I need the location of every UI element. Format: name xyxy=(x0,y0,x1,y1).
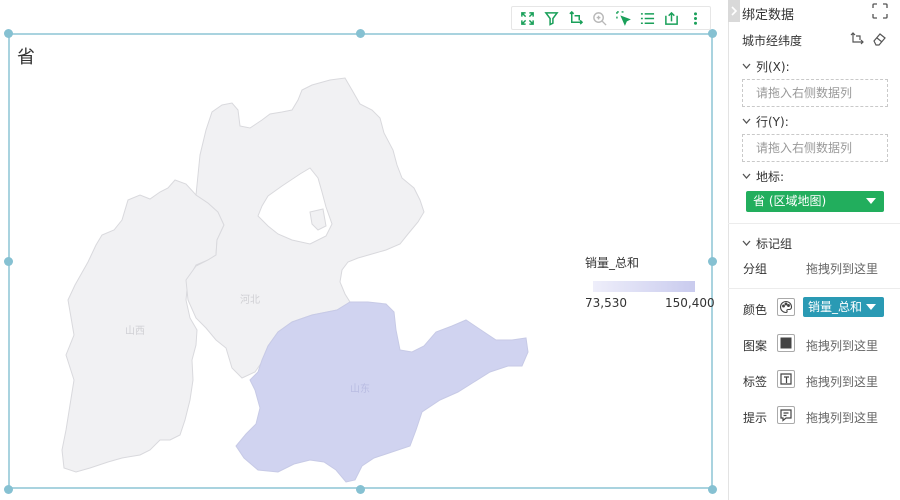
resize-handle-bc[interactable] xyxy=(356,485,365,494)
export-icon[interactable] xyxy=(660,8,682,28)
row-dropzone[interactable]: 请拖入右侧数据列 xyxy=(742,134,888,162)
resize-handle-tc[interactable] xyxy=(356,29,365,38)
chevron-right-icon xyxy=(731,6,738,16)
select-icon[interactable] xyxy=(612,8,634,28)
expand-icon[interactable] xyxy=(516,8,538,28)
caret-down-icon xyxy=(866,198,876,204)
resize-handle-ml[interactable] xyxy=(4,257,13,266)
column-dropzone[interactable]: 请拖入右侧数据列 xyxy=(742,79,888,107)
zoom-icon[interactable] xyxy=(588,8,610,28)
geo-label: 地标: xyxy=(756,170,785,184)
pattern-icon[interactable] xyxy=(777,334,795,352)
chevron-down-icon xyxy=(742,240,751,246)
map-editor: 山西 河北 山东 省 销量_总和 73,530 150,400 绑定数据 城市经… xyxy=(0,0,900,500)
color-label: 颜色 xyxy=(743,303,768,317)
tooltip-label: 提示 xyxy=(743,411,768,425)
resize-handle-tl[interactable] xyxy=(4,29,13,38)
group-dropzone[interactable]: 拖拽列到这里 xyxy=(806,260,878,277)
chart-title: 省 xyxy=(17,47,35,68)
palette-icon[interactable] xyxy=(777,298,795,316)
swap-axes-icon[interactable] xyxy=(564,8,586,28)
list-icon[interactable] xyxy=(636,8,658,28)
group-label: 分组 xyxy=(743,262,768,276)
filter-icon[interactable] xyxy=(540,8,562,28)
legend-min: 73,530 xyxy=(585,296,627,310)
label-text-icon[interactable] xyxy=(777,370,795,388)
tag-label: 标签 xyxy=(743,375,768,389)
color-legend: 销量_总和 73,530 150,400 xyxy=(585,254,715,310)
resize-handle-tr[interactable] xyxy=(708,29,717,38)
panel-title: 绑定数据 xyxy=(742,8,795,23)
legend-max: 150,400 xyxy=(665,296,715,310)
caret-down-icon xyxy=(866,304,876,310)
more-icon[interactable] xyxy=(684,8,706,28)
tooltip-icon[interactable] xyxy=(777,406,795,424)
mark-group-section[interactable]: 标记组 xyxy=(742,235,792,252)
color-field-value: 销量_总和 xyxy=(808,300,863,314)
legend-title: 销量_总和 xyxy=(585,256,640,270)
resize-handle-br[interactable] xyxy=(708,485,717,494)
fullscreen-icon[interactable] xyxy=(871,2,889,20)
column-label: 列(X): xyxy=(756,60,790,74)
pattern-label: 图案 xyxy=(743,339,768,353)
tooltip-dropzone[interactable]: 拖拽列到这里 xyxy=(806,409,878,426)
swap-coord-icon[interactable] xyxy=(850,32,864,46)
coord-label: 城市经纬度 xyxy=(742,34,803,48)
geo-field-pill[interactable]: 省 (区域地图) xyxy=(746,191,884,212)
chart-canvas: 山西 河北 山东 省 销量_总和 73,530 150,400 xyxy=(0,0,728,500)
section-divider xyxy=(728,288,900,289)
row-label: 行(Y): xyxy=(756,115,789,129)
chevron-down-icon xyxy=(742,63,751,69)
column-section[interactable]: 列(X): xyxy=(742,58,790,75)
section-divider xyxy=(728,223,900,224)
chevron-down-icon xyxy=(742,173,751,179)
collapse-panel-button[interactable] xyxy=(728,0,740,22)
mark-group-label: 标记组 xyxy=(756,237,793,251)
resize-handle-bl[interactable] xyxy=(4,485,13,494)
row-section[interactable]: 行(Y): xyxy=(742,113,789,130)
geo-field-value: 省 (区域地图) xyxy=(753,194,827,208)
geo-section[interactable]: 地标: xyxy=(742,168,784,185)
pattern-dropzone[interactable]: 拖拽列到这里 xyxy=(806,337,878,354)
color-field-pill[interactable]: 销量_总和 xyxy=(803,297,884,317)
chart-toolbar xyxy=(511,6,711,30)
eraser-icon[interactable] xyxy=(872,32,886,46)
tag-dropzone[interactable]: 拖拽列到这里 xyxy=(806,373,878,390)
legend-gradient xyxy=(593,281,695,292)
chevron-down-icon xyxy=(742,118,751,124)
